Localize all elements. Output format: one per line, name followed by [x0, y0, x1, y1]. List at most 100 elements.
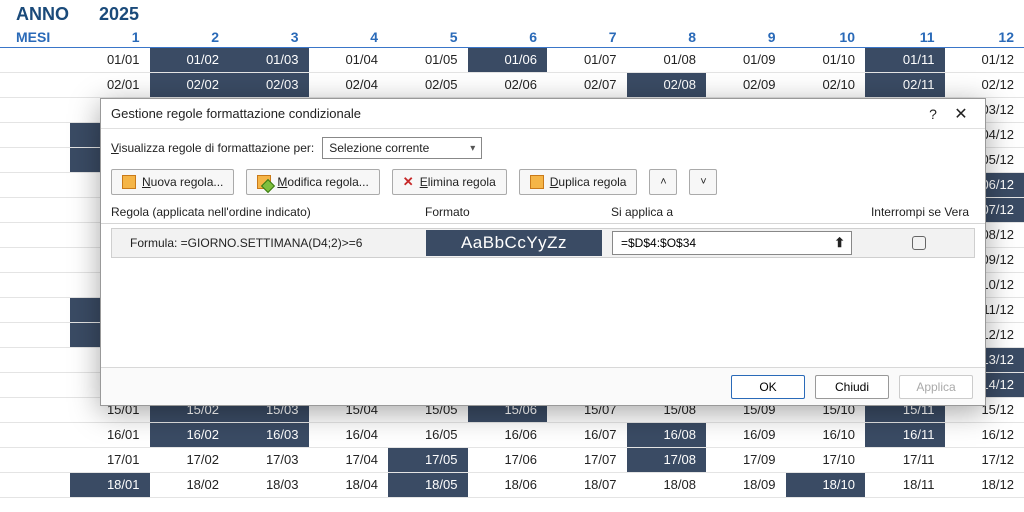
- month-header: 11: [865, 27, 945, 47]
- date-cell[interactable]: 16/11: [865, 423, 945, 447]
- date-cell[interactable]: 01/01: [70, 48, 150, 72]
- date-cell[interactable]: 01/02: [150, 48, 230, 72]
- rule-formula: Formula: =GIORNO.SETTIMANA(D4;2)>=6: [112, 236, 426, 250]
- header-stop: Interrompi se Vera: [865, 205, 975, 219]
- filter-scope-combo[interactable]: Selezione corrente ▾: [322, 137, 482, 159]
- date-cell[interactable]: 16/10: [786, 423, 866, 447]
- date-cell[interactable]: 16/05: [388, 423, 468, 447]
- date-cell[interactable]: 17/01: [70, 448, 150, 472]
- date-cell[interactable]: 18/08: [627, 473, 707, 497]
- close-button[interactable]: Chiudi: [815, 375, 889, 399]
- date-cell[interactable]: 17/06: [468, 448, 548, 472]
- applies-to-input[interactable]: [619, 235, 819, 251]
- date-cell[interactable]: 18/05: [388, 473, 468, 497]
- date-cell[interactable]: 02/06: [468, 73, 548, 97]
- date-cell[interactable]: 02/01: [70, 73, 150, 97]
- date-cell[interactable]: 18/02: [150, 473, 230, 497]
- rule-row[interactable]: Formula: =GIORNO.SETTIMANA(D4;2)>=6 AaBb…: [111, 228, 975, 258]
- date-cell[interactable]: 17/02: [150, 448, 230, 472]
- date-cell[interactable]: 16/12: [945, 423, 1024, 447]
- dialog-titlebar: Gestione regole formattazione condiziona…: [101, 99, 985, 129]
- date-cell[interactable]: 18/12: [945, 473, 1024, 497]
- date-cell[interactable]: 18/07: [547, 473, 627, 497]
- table-row: 02/0102/0202/0302/0402/0502/0602/0702/08…: [0, 73, 1024, 98]
- date-cell[interactable]: 18/03: [229, 473, 309, 497]
- date-cell[interactable]: 01/07: [547, 48, 627, 72]
- delete-rule-button[interactable]: ✕ Elimina regola: [392, 169, 507, 195]
- date-cell[interactable]: 16/09: [706, 423, 786, 447]
- date-cell[interactable]: 17/11: [865, 448, 945, 472]
- table-row: 18/0118/0218/0318/0418/0518/0618/0718/08…: [0, 473, 1024, 498]
- close-icon[interactable]: ✕: [947, 104, 975, 124]
- date-cell[interactable]: 17/03: [229, 448, 309, 472]
- date-cell[interactable]: 18/01: [70, 473, 150, 497]
- date-cell[interactable]: 18/11: [865, 473, 945, 497]
- date-cell[interactable]: 17/05: [388, 448, 468, 472]
- month-header: 12: [945, 27, 1024, 47]
- date-cell[interactable]: 02/09: [706, 73, 786, 97]
- date-cell[interactable]: 01/05: [388, 48, 468, 72]
- date-cell[interactable]: 17/10: [786, 448, 866, 472]
- date-cell[interactable]: 16/03: [229, 423, 309, 447]
- table-row: 17/0117/0217/0317/0417/0517/0617/0717/08…: [0, 448, 1024, 473]
- ok-button[interactable]: OK: [731, 375, 805, 399]
- date-cell[interactable]: 17/08: [627, 448, 707, 472]
- date-cell[interactable]: 16/02: [150, 423, 230, 447]
- move-up-button[interactable]: ˄: [649, 169, 677, 195]
- date-cell[interactable]: 18/09: [706, 473, 786, 497]
- edit-rule-button[interactable]: Modifica regola...: [246, 169, 379, 195]
- date-cell[interactable]: 16/01: [70, 423, 150, 447]
- move-down-button[interactable]: ˅: [689, 169, 717, 195]
- date-cell[interactable]: 16/06: [468, 423, 548, 447]
- date-cell[interactable]: 17/07: [547, 448, 627, 472]
- date-cell[interactable]: 01/06: [468, 48, 548, 72]
- month-header: 9: [706, 27, 786, 47]
- months-label: MESI: [0, 27, 70, 47]
- month-header: 5: [388, 27, 468, 47]
- help-icon[interactable]: ?: [919, 106, 947, 122]
- date-cell[interactable]: 01/11: [865, 48, 945, 72]
- date-cell[interactable]: 18/04: [309, 473, 389, 497]
- date-cell[interactable]: 17/12: [945, 448, 1024, 472]
- year-row: ANNO 2025: [0, 0, 1024, 27]
- month-header: 3: [229, 27, 309, 47]
- date-cell[interactable]: 02/12: [945, 73, 1024, 97]
- date-cell[interactable]: 16/04: [309, 423, 389, 447]
- applies-to-input-wrap[interactable]: ⬆: [612, 231, 852, 255]
- month-header: 8: [627, 27, 707, 47]
- date-cell[interactable]: 17/09: [706, 448, 786, 472]
- date-cell[interactable]: 18/10: [786, 473, 866, 497]
- date-cell[interactable]: 01/08: [627, 48, 707, 72]
- date-cell[interactable]: 16/07: [547, 423, 627, 447]
- date-cell[interactable]: 02/08: [627, 73, 707, 97]
- date-cell[interactable]: 18/06: [468, 473, 548, 497]
- apply-button[interactable]: Applica: [899, 375, 973, 399]
- date-cell[interactable]: 02/02: [150, 73, 230, 97]
- duplicate-rule-button[interactable]: Duplica regola: [519, 169, 638, 195]
- date-cell[interactable]: 02/04: [309, 73, 389, 97]
- rule-format-cell: AaBbCcYyZz: [426, 230, 612, 256]
- new-rule-button[interactable]: Nuova regola...: [111, 169, 234, 195]
- date-cell[interactable]: 01/03: [229, 48, 309, 72]
- month-header: 10: [786, 27, 866, 47]
- header-format: Formato: [425, 205, 611, 219]
- filter-label: Visualizza regole di formattazione per:: [111, 141, 314, 155]
- date-cell[interactable]: 02/11: [865, 73, 945, 97]
- date-cell[interactable]: 01/04: [309, 48, 389, 72]
- date-cell[interactable]: 02/03: [229, 73, 309, 97]
- stop-if-true-checkbox[interactable]: [912, 236, 926, 250]
- month-header: 4: [309, 27, 389, 47]
- conditional-formatting-dialog: Gestione regole formattazione condiziona…: [100, 98, 986, 406]
- header-rule: Regola (applicata nell'ordine indicato): [111, 205, 425, 219]
- date-cell[interactable]: 02/05: [388, 73, 468, 97]
- range-picker-icon[interactable]: ⬆: [834, 235, 845, 251]
- date-cell[interactable]: 17/04: [309, 448, 389, 472]
- date-cell[interactable]: 01/09: [706, 48, 786, 72]
- date-cell[interactable]: 01/10: [786, 48, 866, 72]
- date-cell[interactable]: 02/07: [547, 73, 627, 97]
- date-cell[interactable]: 16/08: [627, 423, 707, 447]
- date-cell[interactable]: 02/10: [786, 73, 866, 97]
- dialog-toolbar: Nuova regola... Modifica regola... ✕ Eli…: [101, 167, 985, 201]
- date-cell[interactable]: 01/12: [945, 48, 1024, 72]
- table-row: 01/0101/0201/0301/0401/0501/0601/0701/08…: [0, 48, 1024, 73]
